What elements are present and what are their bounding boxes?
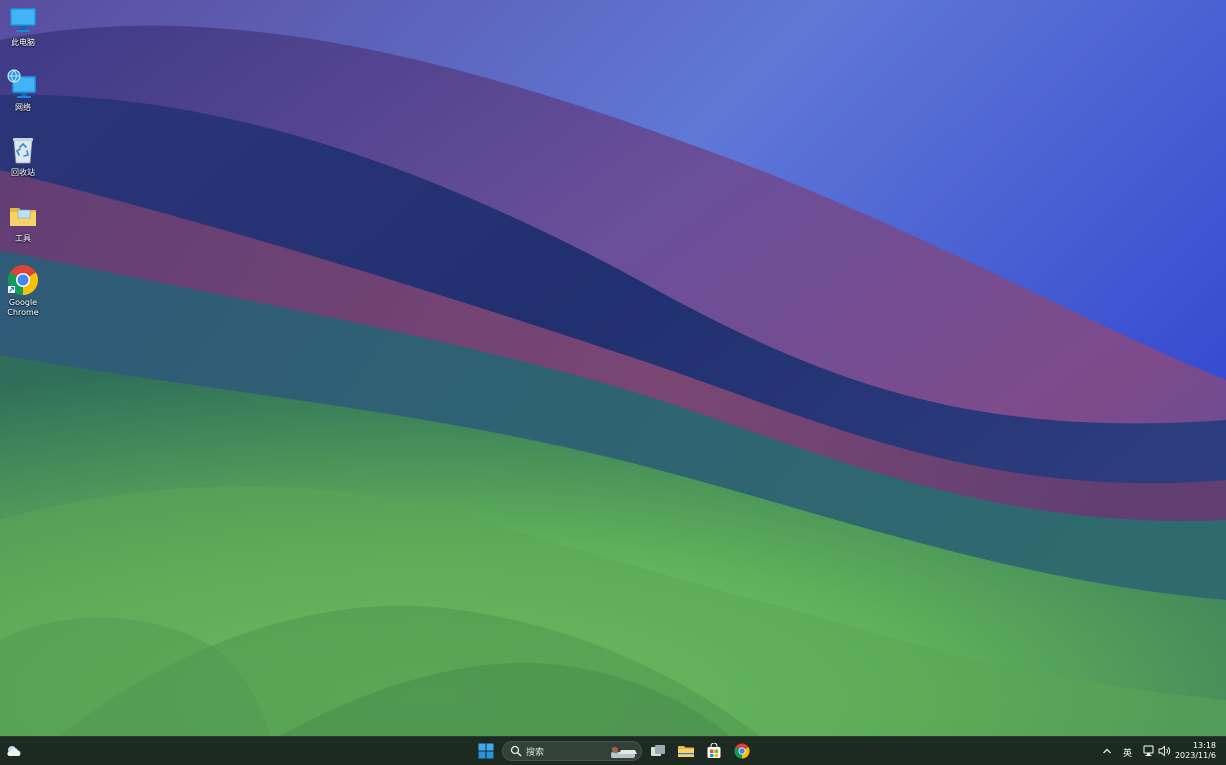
chevron-up-icon xyxy=(1103,748,1111,754)
volume-icon xyxy=(1158,745,1170,757)
chrome-icon xyxy=(734,743,750,759)
show-hidden-icons-button[interactable] xyxy=(1097,740,1117,762)
desktop-icon-network[interactable]: 网络 xyxy=(0,69,46,113)
start-button[interactable] xyxy=(474,740,498,762)
microsoft-store-button[interactable] xyxy=(702,740,726,762)
chrome-icon xyxy=(7,265,39,295)
desktop-icon-label: 此电脑 xyxy=(11,38,35,47)
windows-start-icon xyxy=(478,743,494,759)
folder-icon xyxy=(10,208,36,226)
network-status-icon xyxy=(1143,745,1154,756)
network-icon xyxy=(7,69,36,98)
clock-date: 2023/11/6 xyxy=(1174,751,1216,760)
task-view-button[interactable] xyxy=(646,740,670,762)
desktop-icon-tools-folder[interactable]: 工具 xyxy=(0,200,46,244)
search-icon xyxy=(510,745,522,757)
file-explorer-icon xyxy=(678,746,694,757)
clock[interactable]: 13:18 2023/11/6 xyxy=(1175,741,1216,761)
recycle-bin-icon xyxy=(13,138,33,164)
desktop-icon-label: 网络 xyxy=(15,103,31,112)
search-highlight-icon xyxy=(611,747,637,758)
microsoft-store-icon xyxy=(707,743,721,758)
clock-time: 13:18 xyxy=(1192,741,1216,750)
desktop-icon-google-chrome[interactable]: Google Chrome xyxy=(0,264,46,318)
computer-icon xyxy=(10,8,36,32)
weather-icon xyxy=(7,746,21,756)
desktop-icon-this-pc[interactable]: 此电脑 xyxy=(0,4,46,48)
volume-button[interactable] xyxy=(1155,740,1173,762)
desktop-icon-label: Google Chrome xyxy=(7,298,39,317)
wallpaper xyxy=(0,0,1226,736)
search-placeholder: 搜索 xyxy=(526,747,545,758)
desktop[interactable]: 此电脑 网络 回收站 工具 Google Chrome xyxy=(0,0,1226,736)
desktop-icon-recycle-bin[interactable]: 回收站 xyxy=(0,134,46,178)
task-view-icon xyxy=(651,745,665,756)
desktop-icon-label: 工具 xyxy=(15,234,31,243)
weather-widget-button[interactable] xyxy=(2,740,26,762)
input-method-indicator[interactable]: 英 xyxy=(1123,746,1132,759)
desktop-icon-label: 回收站 xyxy=(11,168,35,177)
taskbar: 搜索 英 13:18 2023/11/6 xyxy=(0,736,1226,765)
chrome-taskbar-button[interactable] xyxy=(730,740,754,762)
taskbar-search-box[interactable]: 搜索 xyxy=(502,741,642,761)
file-explorer-button[interactable] xyxy=(674,740,698,762)
